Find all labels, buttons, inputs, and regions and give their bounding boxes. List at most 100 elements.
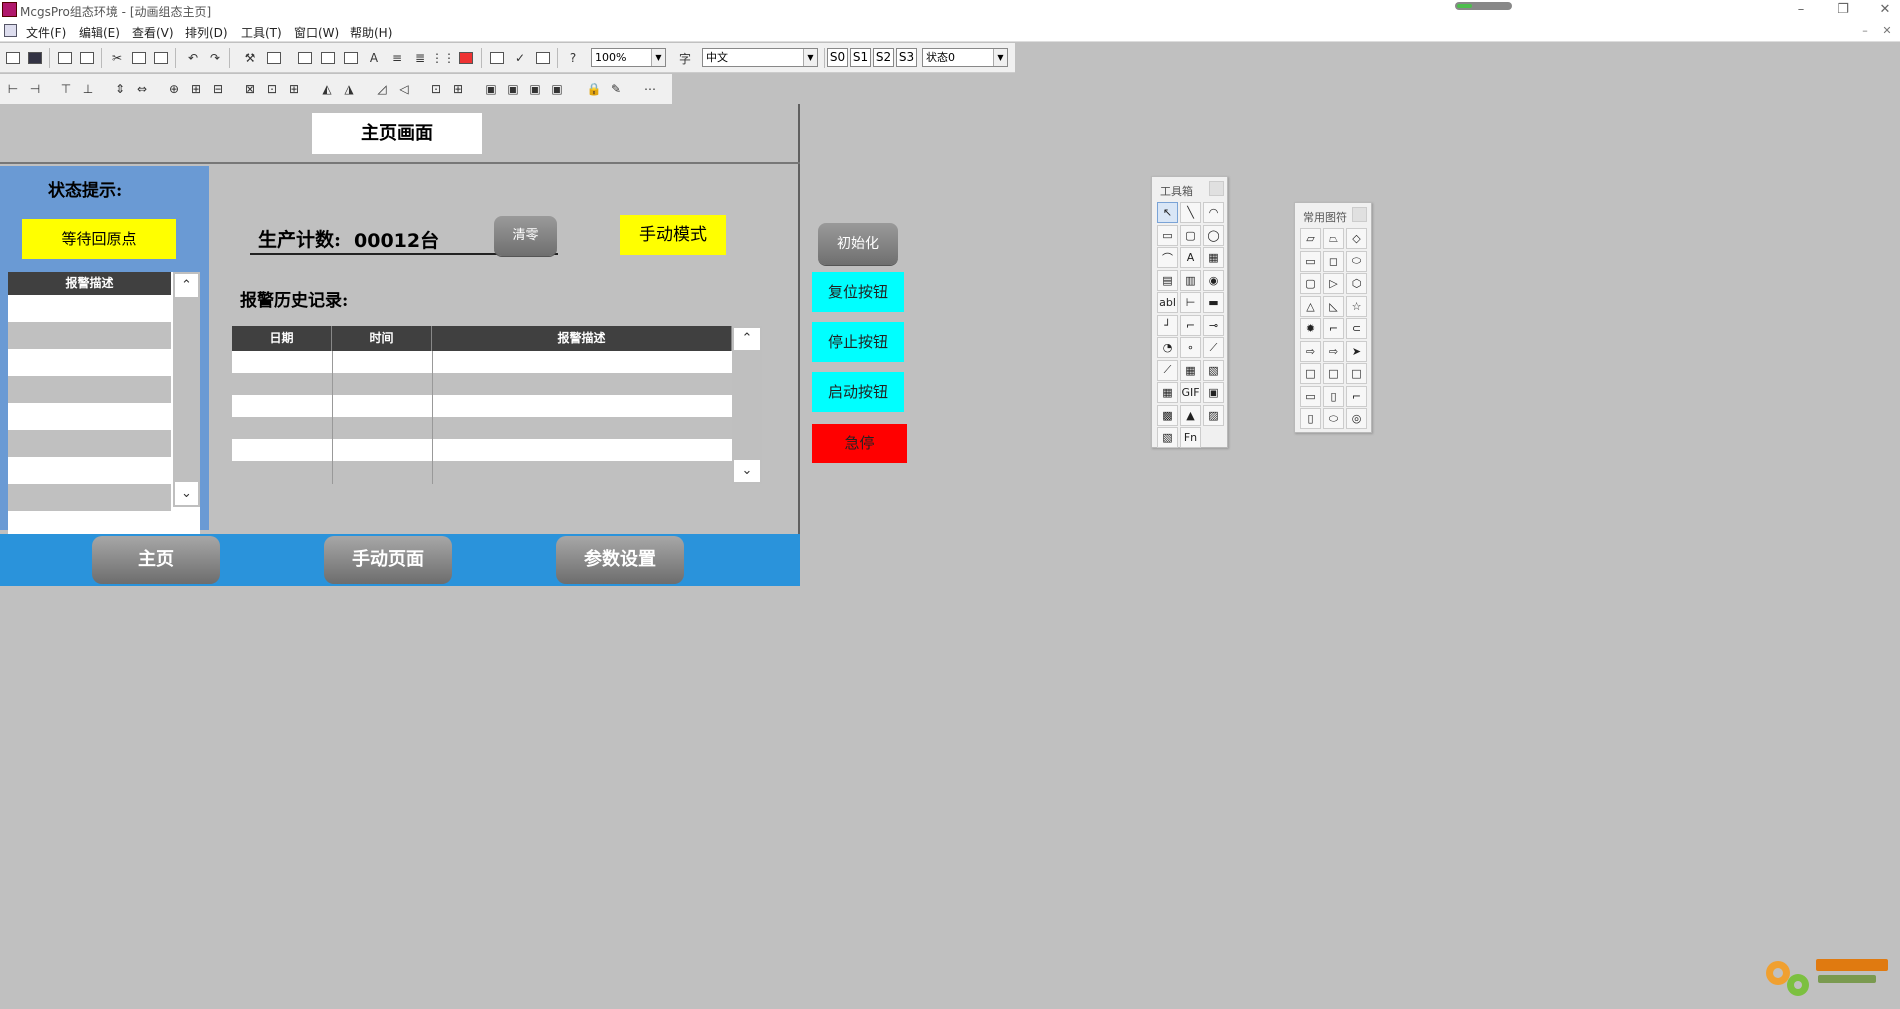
reset-button[interactable]: 复位按钮	[812, 272, 904, 312]
check-icon[interactable]: ✓	[510, 48, 530, 68]
same-width-icon[interactable]: ⇔	[132, 79, 152, 99]
undo-icon[interactable]: ↶	[183, 48, 203, 68]
table-row[interactable]	[8, 403, 171, 430]
group-icon[interactable]: ⊡	[426, 79, 446, 99]
flip-h-icon[interactable]: ◿	[372, 79, 392, 99]
close-icon[interactable]	[1209, 181, 1224, 196]
shape-16-icon[interactable]: ⇨	[1323, 340, 1344, 362]
menu-window[interactable]: 窗口(W)	[294, 24, 339, 41]
scrollbar[interactable]: ⌃ ⌄	[173, 272, 200, 507]
cut-icon[interactable]: ✂	[107, 48, 127, 68]
toolbox-tool-11-icon[interactable]: ◉	[1203, 269, 1224, 291]
shape-3-icon[interactable]: ▭	[1300, 250, 1321, 272]
table-row[interactable]	[8, 457, 171, 484]
download-icon[interactable]	[533, 48, 553, 68]
scroll-down-icon[interactable]: ⌄	[175, 482, 198, 505]
space-h-icon[interactable]: ⊠	[240, 79, 260, 99]
shape-5-icon[interactable]: ⬭	[1346, 250, 1367, 272]
mdi-close-button[interactable]: ✕	[1878, 24, 1896, 38]
grid-icon[interactable]: ⋮⋮	[431, 48, 455, 68]
toolbox-tool-19-icon[interactable]: ∘	[1180, 337, 1201, 358]
space-v-icon[interactable]: ⊡	[262, 79, 282, 99]
shape-17-icon[interactable]: ➤	[1346, 340, 1367, 362]
toolbox-tool-16-icon[interactable]: ⌐	[1180, 314, 1201, 336]
table-row[interactable]	[8, 322, 171, 349]
flip-v-icon[interactable]: ◁	[394, 79, 414, 99]
list-icon[interactable]: ≣	[410, 48, 430, 68]
align-right-icon[interactable]: ⊣	[25, 79, 45, 99]
alarm-table[interactable]: 报警描述 ⌃ ⌄	[8, 272, 200, 562]
shape-25-icon[interactable]: ⬭	[1323, 408, 1344, 429]
shape-24-icon[interactable]: ▯	[1300, 408, 1321, 429]
grid-dots-icon[interactable]: ⋯	[640, 79, 660, 99]
table-row[interactable]	[8, 376, 171, 403]
font-icon[interactable]: A	[364, 48, 384, 68]
print-preview-icon[interactable]	[77, 48, 97, 68]
toolbox-tool-20-icon[interactable]: ⟋	[1203, 337, 1224, 358]
menu-tools[interactable]: 工具(T)	[241, 24, 282, 41]
print-icon[interactable]	[55, 48, 75, 68]
shape-7-icon[interactable]: ▷	[1323, 273, 1344, 294]
shape-15-icon[interactable]: ⇨	[1300, 340, 1321, 362]
lock-icon[interactable]: 🔒	[584, 79, 604, 99]
toolbox-tool-1-icon[interactable]: ╲	[1180, 202, 1201, 223]
toolbox-tool-21-icon[interactable]: ⟋	[1157, 359, 1178, 381]
toolbox-tool-12-icon[interactable]: abl	[1157, 292, 1178, 313]
align-bottom-icon[interactable]: ⊥	[78, 79, 98, 99]
toolbox-tool-2-icon[interactable]: ◠	[1203, 202, 1224, 223]
state-s2-button[interactable]: S2	[873, 48, 894, 67]
table-row[interactable]	[232, 439, 732, 461]
scroll-up-icon[interactable]: ⌃	[175, 274, 198, 297]
start-button[interactable]: 启动按钮	[812, 372, 904, 412]
table-row[interactable]	[232, 351, 732, 373]
state-s0-button[interactable]: S0	[827, 48, 848, 67]
table-row[interactable]	[232, 461, 732, 484]
shape-12-icon[interactable]: ✹	[1300, 318, 1321, 339]
table-row[interactable]	[8, 349, 171, 376]
same-height-icon[interactable]: ⇕	[110, 79, 130, 99]
redo-icon[interactable]: ↷	[205, 48, 225, 68]
center-h-icon[interactable]: ⊟	[208, 79, 228, 99]
scrollbar[interactable]: ⌃ ⌄	[732, 326, 762, 484]
toolbox-tool-5-icon[interactable]: ◯	[1203, 224, 1224, 246]
menu-help[interactable]: 帮助(H)	[350, 24, 392, 41]
toolbox-tool-28-icon[interactable]: ▲	[1180, 404, 1201, 426]
stop-button[interactable]: 停止按钮	[812, 322, 904, 362]
shape-18-icon[interactable]: □	[1300, 363, 1321, 384]
align-top-icon[interactable]: ⊤	[56, 79, 76, 99]
toolbox-tool-14-icon[interactable]: ▬	[1203, 292, 1224, 313]
rotate-left-icon[interactable]: ◭	[317, 79, 337, 99]
emergency-stop-button[interactable]: 急停	[812, 424, 907, 463]
align-icon[interactable]	[341, 48, 361, 68]
nav-settings-button[interactable]: 参数设置	[556, 536, 684, 584]
menu-view[interactable]: 查看(V)	[132, 24, 174, 41]
shape-19-icon[interactable]: □	[1323, 363, 1344, 384]
table-row[interactable]	[232, 417, 732, 439]
shapes-palette[interactable]: 常用图符 ▱ ⏢ ◇ ▭ ◻ ⬭ ▢ ▷ ⬡ △ ◺ ☆ ✹ ⌐ ⊂ ⇨ ⇨ ➤ □ □ □ ▭ ▯ ⌐ ▯ ⬭ ◎	[1294, 202, 1372, 433]
device-icon[interactable]	[487, 48, 507, 68]
layer-icon[interactable]	[264, 48, 284, 68]
shape-0-icon[interactable]: ▱	[1300, 228, 1321, 249]
toolbox-tool-18-icon[interactable]: ◔	[1157, 337, 1178, 358]
toolbox-tool-10-icon[interactable]: ▥	[1180, 269, 1201, 291]
table-row[interactable]	[232, 395, 732, 417]
shape-9-icon[interactable]: △	[1300, 295, 1321, 317]
toolbox-palette[interactable]: 工具箱 ↖ ╲ ◠ ▭ ▢ ◯ ⌒ A ▦ ▤ ▥ ◉ abl ⊢ ▬ ┘ ⌐ ⊸ ◔ ∘ ⟋ ⟋ ▦ ▧ ▦ GIF ▣ ▩ ▲ ▨ ▧ F…	[1151, 176, 1228, 448]
scroll-down-icon[interactable]: ⌄	[734, 460, 760, 482]
toolbox-tool-29-icon[interactable]: ▨	[1203, 404, 1224, 426]
help-icon[interactable]: ?	[563, 48, 583, 68]
paste-icon[interactable]	[151, 48, 171, 68]
toolbox-tool-26-icon[interactable]: ▣	[1203, 382, 1224, 403]
center-icon[interactable]: ⊕	[164, 79, 184, 99]
init-button[interactable]: 初始化	[818, 223, 898, 265]
center-v-icon[interactable]: ⊞	[186, 79, 206, 99]
toolbox-tool-4-icon[interactable]: ▢	[1180, 224, 1201, 246]
toolbox-tool-13-icon[interactable]: ⊢	[1180, 292, 1201, 313]
shape-2-icon[interactable]: ◇	[1346, 228, 1367, 249]
close-icon[interactable]	[1352, 207, 1367, 222]
shape-21-icon[interactable]: ▭	[1300, 385, 1321, 407]
toolbox-tool-6-icon[interactable]: ⌒	[1157, 247, 1178, 268]
bring-front-icon[interactable]: ▣	[481, 79, 501, 99]
distribute-icon[interactable]: ⊞	[284, 79, 304, 99]
toolbox-tool-24-icon[interactable]: ▦	[1157, 382, 1178, 403]
